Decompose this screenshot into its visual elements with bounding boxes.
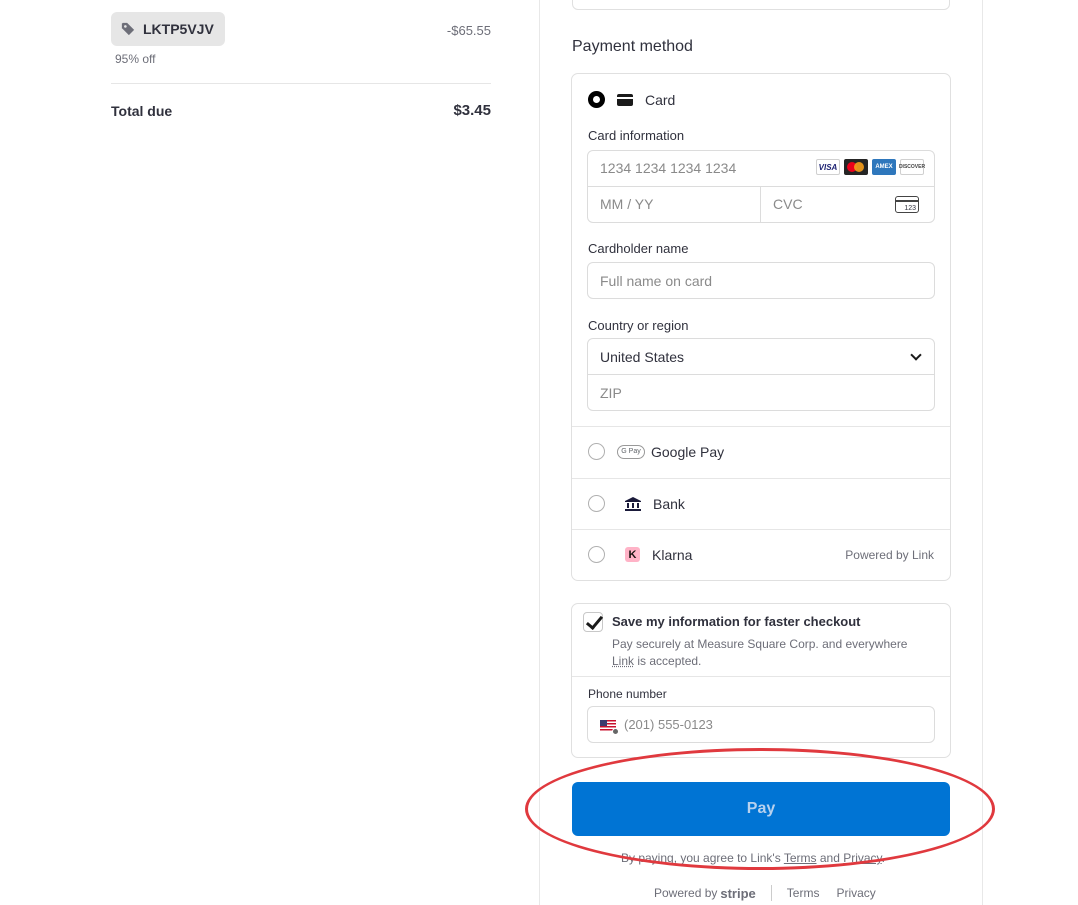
phone-placeholder: (201) 555-0123 xyxy=(624,717,713,732)
country-select[interactable]: United States xyxy=(600,349,684,365)
footer-privacy-link[interactable]: Privacy xyxy=(836,886,875,900)
discover-icon: DISCOVER xyxy=(899,159,925,175)
terms-link[interactable]: Terms xyxy=(784,851,817,865)
option-divider xyxy=(572,529,950,530)
promo-code: LKTP5VJV xyxy=(143,21,214,37)
card-information-label: Card information xyxy=(588,128,685,143)
footer: Powered by stripe Terms Privacy xyxy=(654,885,893,901)
phone-number-label: Phone number xyxy=(588,687,667,701)
footer-terms-link[interactable]: Terms xyxy=(787,886,820,900)
total-value: $3.45 xyxy=(453,102,491,119)
card-label: Card xyxy=(645,91,676,108)
card-number-input[interactable]: 1234 1234 1234 1234 xyxy=(600,160,736,176)
amex-icon: AMEX xyxy=(872,159,896,175)
payment-option-klarna[interactable]: K Klarna xyxy=(588,546,692,563)
save-info-description: Pay securely at Measure Square Corp. and… xyxy=(612,637,908,668)
cardholder-name-placeholder: Full name on card xyxy=(600,273,713,289)
phone-number-input[interactable]: (201) 555-0123 xyxy=(587,706,935,743)
column-divider-left xyxy=(539,0,540,905)
save-divider xyxy=(572,676,950,677)
zip-input[interactable]: ZIP xyxy=(600,385,622,401)
payment-option-bank[interactable]: Bank xyxy=(588,495,685,512)
pay-button[interactable]: Pay xyxy=(572,782,950,836)
cardholder-name-label: Cardholder name xyxy=(588,241,689,256)
country-label: Country or region xyxy=(588,318,689,333)
visa-icon: VISA xyxy=(816,159,840,175)
save-info-title: Save my information for faster checkout xyxy=(612,614,861,629)
country-zip-group: United States ZIP xyxy=(587,338,935,411)
payment-method-title: Payment method xyxy=(572,38,693,55)
country-field-divider xyxy=(588,374,934,375)
card-radio[interactable] xyxy=(588,91,605,108)
card-information-group: 1234 1234 1234 1234 VISA AMEX DISCOVER M… xyxy=(587,150,935,223)
chevron-down-icon[interactable] xyxy=(910,349,922,361)
cvc-card-icon: 123 xyxy=(895,196,919,213)
option-divider xyxy=(572,426,950,427)
privacy-link[interactable]: Privacy xyxy=(843,851,881,865)
google-pay-label: Google Pay xyxy=(651,443,725,460)
google-pay-icon: G Pay xyxy=(617,444,645,459)
save-info-checkbox[interactable] xyxy=(583,612,603,632)
option-divider xyxy=(572,478,950,479)
pay-agreement-note: By paying, you agree to Link's Terms and… xyxy=(621,851,886,865)
promo-code-badge[interactable]: LKTP5VJV xyxy=(111,12,225,46)
total-label: Total due xyxy=(111,103,173,119)
powered-by-text: Powered by xyxy=(654,886,718,900)
bank-radio[interactable] xyxy=(588,495,605,512)
promo-note: 95% off xyxy=(115,52,156,66)
tag-icon xyxy=(121,22,135,36)
stripe-logo[interactable]: stripe xyxy=(720,886,755,901)
column-divider-right xyxy=(982,0,983,905)
payment-methods-box: Card Card information 1234 1234 1234 123… xyxy=(571,73,951,581)
expiry-input[interactable]: MM / YY xyxy=(600,196,653,212)
footer-divider xyxy=(770,885,772,901)
powered-by-link: Powered by Link xyxy=(845,548,934,562)
card-brands: VISA AMEX DISCOVER xyxy=(816,159,925,175)
klarna-radio[interactable] xyxy=(588,546,605,563)
flag-selector-icon xyxy=(612,728,619,735)
previous-section-box xyxy=(572,0,950,10)
card-icon xyxy=(617,93,633,106)
payment-option-card[interactable]: Card xyxy=(588,91,675,108)
klarna-icon: K xyxy=(625,547,640,562)
klarna-label: Klarna xyxy=(652,546,693,563)
card-field-divider xyxy=(588,186,934,187)
payment-option-google-pay[interactable]: G Pay Google Pay xyxy=(588,443,724,460)
google-pay-radio[interactable] xyxy=(588,443,605,460)
link-info-link[interactable]: Link xyxy=(612,654,634,668)
cardholder-name-input[interactable]: Full name on card xyxy=(587,262,935,299)
mastercard-icon xyxy=(844,159,868,175)
card-field-divider-vertical xyxy=(760,186,761,222)
discount-amount: -$65.55 xyxy=(446,23,491,38)
bank-icon xyxy=(625,496,641,511)
divider xyxy=(111,83,491,84)
cvc-input[interactable]: CVC xyxy=(773,196,803,212)
bank-label: Bank xyxy=(653,495,685,512)
save-info-box: Save my information for faster checkout … xyxy=(571,603,951,758)
